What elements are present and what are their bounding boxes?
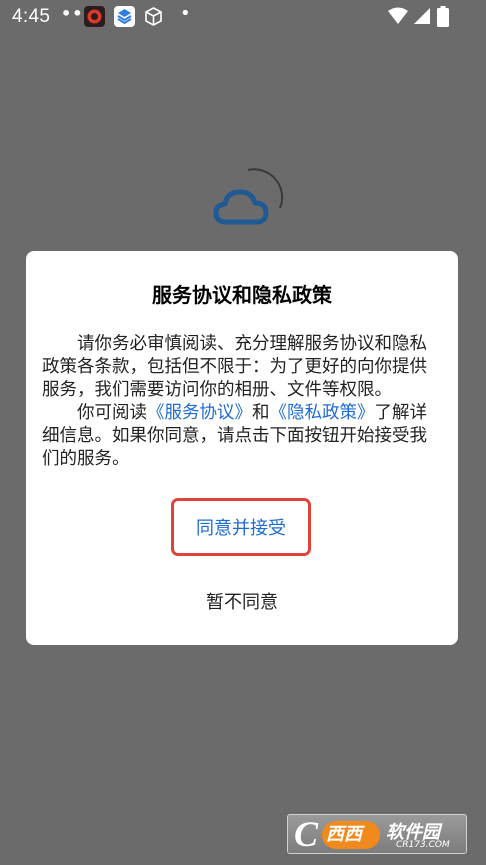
dialog-body: 请你务必审慎阅读、充分理解服务协议和隐私政策各条款，包括但不限于：为了更好的向你… bbox=[42, 333, 444, 471]
accept-button-highlight: 同意并接受 bbox=[171, 498, 311, 556]
accept-button[interactable]: 同意并接受 bbox=[174, 501, 308, 553]
dialog-paragraph-2: 你可阅读《服务协议》和《隐私政策》了解详细信息。如果你同意，请点击下面按钮开始接… bbox=[42, 402, 444, 471]
privacy-link[interactable]: 《隐私政策》 bbox=[270, 403, 375, 423]
battery-icon bbox=[437, 6, 449, 27]
decline-button[interactable]: 暂不同意 bbox=[156, 584, 328, 618]
loading-spinner-icon bbox=[218, 164, 288, 234]
layers-icon bbox=[114, 6, 135, 27]
dialog-paragraph-1: 请你务必审慎阅读、充分理解服务协议和隐私政策各条款，包括但不限于：为了更好的向你… bbox=[42, 334, 427, 400]
watermark-url: CR173.COM bbox=[396, 840, 450, 850]
status-time: 4:45 bbox=[12, 6, 51, 27]
cube-icon bbox=[143, 6, 164, 27]
notification-dot-icon: • bbox=[180, 3, 191, 24]
watermark-badge-text: 西西 bbox=[326, 824, 362, 845]
terms-link[interactable]: 《服务协议》 bbox=[147, 403, 252, 423]
status-bar: 4:45 ••• • bbox=[0, 0, 486, 34]
dialog-title: 服务协议和隐私政策 bbox=[152, 283, 332, 307]
watermark-letter: C bbox=[294, 814, 319, 854]
cell-signal-icon bbox=[413, 7, 431, 29]
privacy-dialog: 服务协议和隐私政策 请你务必审慎阅读、充分理解服务协议和隐私政策各条款，包括但不… bbox=[26, 251, 458, 645]
wifi-icon bbox=[388, 7, 408, 29]
paragraph-2-intro: 你可阅读 bbox=[77, 403, 147, 423]
app-red-icon bbox=[84, 6, 105, 27]
and-text: 和 bbox=[252, 403, 270, 423]
watermark-logo: C 西西 软件园 CR173.COM bbox=[287, 814, 467, 854]
